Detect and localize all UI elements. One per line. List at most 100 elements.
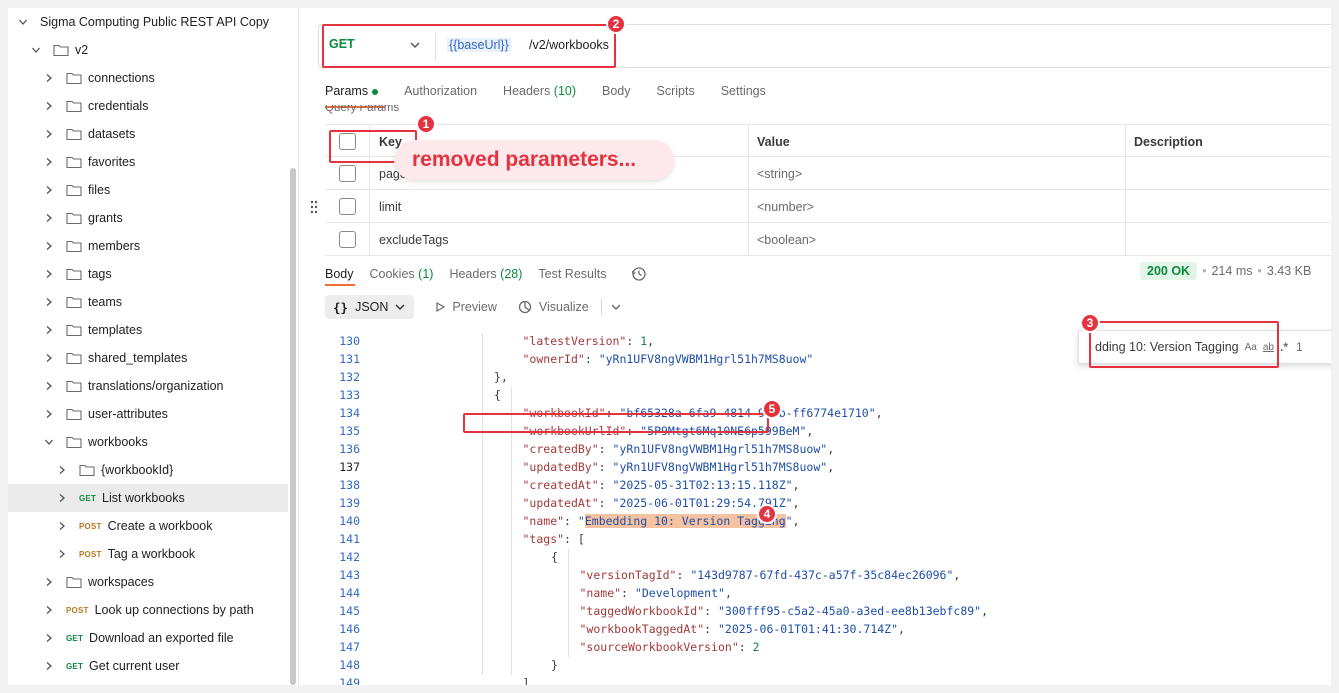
sidebar-item[interactable]: files xyxy=(8,176,288,204)
sidebar-item[interactable]: user-attributes xyxy=(8,400,288,428)
col-divider xyxy=(748,157,749,190)
preview-button[interactable]: Preview xyxy=(434,300,497,314)
sidebar-item-label: Look up connections by path xyxy=(94,603,254,617)
history-icon[interactable] xyxy=(631,266,647,282)
chevron-down-icon[interactable] xyxy=(29,43,43,57)
sidebar-item[interactable]: POST Look up connections by path xyxy=(8,596,288,624)
sidebar-item[interactable]: tags xyxy=(8,260,288,288)
sidebar-item[interactable]: POST Tag a workbook xyxy=(8,540,288,568)
sidebar-item[interactable]: Sigma Computing Public REST API Copy xyxy=(8,8,288,36)
line-number: 141 xyxy=(339,532,360,546)
tab-settings[interactable]: Settings xyxy=(721,84,766,106)
response-tabs: Body Cookies (1) Headers (28) Test Resul… xyxy=(325,263,647,285)
chevron-right-icon[interactable] xyxy=(42,155,56,169)
tab-headers[interactable]: Headers (10) xyxy=(503,84,576,106)
sidebar-item[interactable]: members xyxy=(8,232,288,260)
response-size[interactable]: 3.43 KB xyxy=(1267,264,1311,278)
tab-body[interactable]: Body xyxy=(602,84,631,106)
sidebar-item[interactable]: v2 xyxy=(8,36,288,64)
tab-response-body[interactable]: Body xyxy=(325,267,354,281)
param-enable-checkbox[interactable] xyxy=(338,198,356,215)
annotation-number: 2 xyxy=(606,14,626,34)
chevron-down-icon[interactable] xyxy=(42,435,56,449)
chevron-right-icon[interactable] xyxy=(55,463,69,477)
sidebar-item[interactable]: grants xyxy=(8,204,288,232)
chevron-right-icon[interactable] xyxy=(42,323,56,337)
tab-authorization[interactable]: Authorization xyxy=(404,84,477,106)
col-divider xyxy=(1125,125,1126,158)
annotation-box-find xyxy=(1089,321,1279,368)
chevron-right-icon[interactable] xyxy=(42,407,56,421)
sidebar-item[interactable]: shared_templates xyxy=(8,344,288,372)
sidebar-item[interactable]: {workbookId} xyxy=(8,456,288,484)
method-badge: POST xyxy=(66,605,89,615)
chevron-right-icon[interactable] xyxy=(42,659,56,673)
chevron-right-icon[interactable] xyxy=(42,211,56,225)
chevron-right-icon[interactable] xyxy=(55,519,69,533)
sidebar-item[interactable]: GET Download an exported file xyxy=(8,624,288,652)
chevron-right-icon[interactable] xyxy=(42,631,56,645)
param-key[interactable]: excludeTags xyxy=(379,223,449,256)
sidebar-item[interactable]: favorites xyxy=(8,148,288,176)
chevron-right-icon[interactable] xyxy=(55,491,69,505)
code-line: 134 "workbookId": "bf65328a-6fa9-4814-91f… xyxy=(300,404,1331,422)
chevron-right-icon[interactable] xyxy=(42,351,56,365)
folder-icon xyxy=(66,183,82,197)
visualize-button[interactable]: Visualize xyxy=(517,299,589,315)
param-value[interactable]: <number> xyxy=(757,190,814,223)
drag-handle-icon[interactable] xyxy=(309,200,319,214)
status-badge[interactable]: 200 OK xyxy=(1140,262,1198,280)
tab-response-headers[interactable]: Headers (28) xyxy=(449,267,522,281)
regex-toggle[interactable]: .* xyxy=(1280,340,1288,354)
tab-cookies-label: Cookies xyxy=(369,267,415,281)
chevron-right-icon[interactable] xyxy=(42,127,56,141)
param-value[interactable]: <string> xyxy=(757,157,802,190)
sidebar-scrollbar[interactable] xyxy=(290,168,296,685)
params-active-dot xyxy=(372,88,379,95)
folder-icon xyxy=(66,239,82,253)
chevron-right-icon[interactable] xyxy=(55,547,69,561)
tab-cookies-count: (1) xyxy=(418,267,434,281)
sidebar-item[interactable]: datasets xyxy=(8,120,288,148)
chevron-right-icon[interactable] xyxy=(42,603,56,617)
sidebar-item[interactable]: templates xyxy=(8,316,288,344)
tab-scripts[interactable]: Scripts xyxy=(657,84,695,106)
sidebar-item[interactable]: teams xyxy=(8,288,288,316)
folder-icon xyxy=(66,407,82,421)
code-line: 133 { xyxy=(300,386,1331,404)
response-body-editor[interactable]: 130 "latestVersion": 1, 131 "ownerId": "yRn… xyxy=(300,326,1331,685)
chevron-right-icon[interactable] xyxy=(42,379,56,393)
chevron-right-icon[interactable] xyxy=(42,295,56,309)
chevron-down-icon xyxy=(395,304,405,310)
param-value[interactable]: <boolean> xyxy=(757,223,816,256)
chevron-right-icon[interactable] xyxy=(42,71,56,85)
chevron-down-icon[interactable] xyxy=(16,15,30,29)
sidebar-item[interactable]: workbooks xyxy=(8,428,288,456)
separator-dot: • xyxy=(1257,264,1262,278)
sidebar-item[interactable]: GET List workbooks xyxy=(8,484,288,512)
sidebar-item[interactable]: POST Create a workbook xyxy=(8,512,288,540)
response-time[interactable]: 214 ms xyxy=(1211,264,1252,278)
param-key[interactable]: limit xyxy=(379,190,401,223)
sidebar-item[interactable]: GET Get current user xyxy=(8,652,288,680)
tab-test-results[interactable]: Test Results xyxy=(538,267,606,281)
format-select[interactable]: {} JSON xyxy=(325,295,415,319)
chevron-right-icon[interactable] xyxy=(42,239,56,253)
sidebar-item[interactable]: translations/organization xyxy=(8,372,288,400)
chevron-right-icon[interactable] xyxy=(42,183,56,197)
tab-params[interactable]: Params xyxy=(325,84,379,106)
chevron-right-icon[interactable] xyxy=(42,267,56,281)
sidebar-item[interactable]: connections xyxy=(8,64,288,92)
tab-cookies[interactable]: Cookies (1) xyxy=(370,267,434,281)
param-enable-checkbox[interactable] xyxy=(338,165,356,182)
code-line: 147 "sourceWorkbookVersion": 2 xyxy=(300,638,1331,656)
chevron-right-icon[interactable] xyxy=(42,575,56,589)
param-enable-checkbox[interactable] xyxy=(338,231,356,248)
sidebar-item[interactable]: workspaces xyxy=(8,568,288,596)
sidebar-item-label: workbooks xyxy=(88,435,148,449)
tab-response-headers-count: (28) xyxy=(500,267,523,281)
find-match-count: 1 xyxy=(1296,340,1303,354)
chevron-down-icon[interactable] xyxy=(610,301,622,313)
chevron-right-icon[interactable] xyxy=(42,99,56,113)
sidebar-item[interactable]: credentials xyxy=(8,92,288,120)
